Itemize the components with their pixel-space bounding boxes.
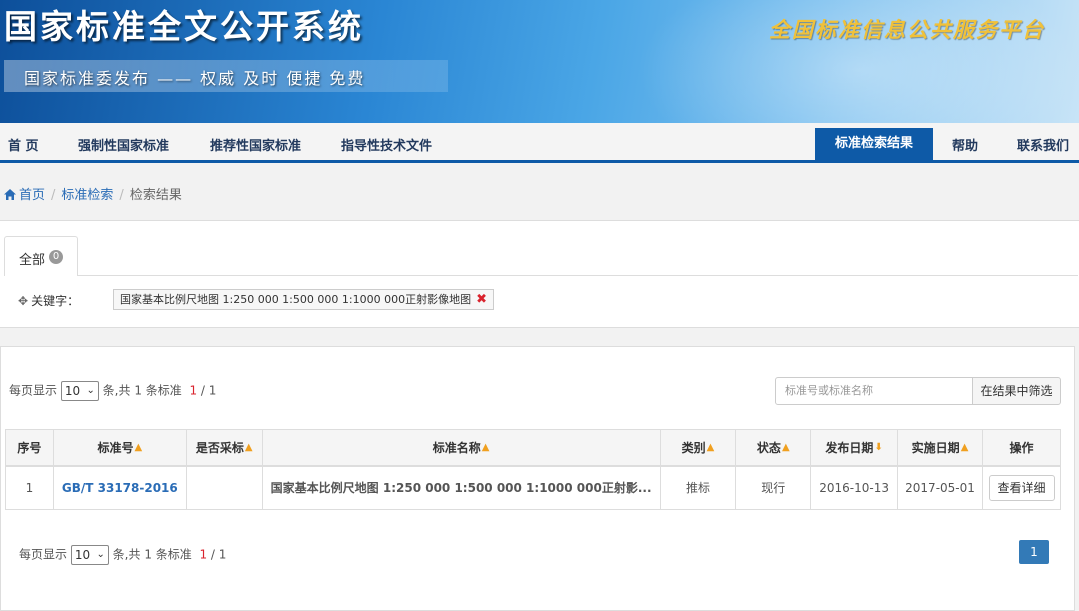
keyword-label-text: 关键字： (31, 294, 80, 308)
summary-prefix: 条,共 (102, 383, 131, 398)
nav-item-home[interactable]: 首 页 (8, 135, 39, 154)
keyword-value: 国家基本比例尺地图 1:250 000 1:500 000 1:1000 000… (120, 293, 472, 306)
per-page-value: 10 (74, 548, 91, 562)
header-status[interactable]: 状态▲ (735, 429, 812, 467)
search-input[interactable]: 标准号或标准名称 (775, 377, 973, 405)
header-effective-date[interactable]: 实施日期▲ (897, 429, 983, 467)
current-page: 1 (189, 383, 198, 398)
sort-arrow-icon[interactable]: ▲ (245, 442, 253, 453)
cell-publish-date: 2016-10-13 (810, 465, 899, 510)
cell-name[interactable]: 国家基本比例尺地图 1:250 000 1:500 000 1:1000 000… (261, 465, 661, 510)
cell-effective-date: 2017-05-01 (897, 465, 983, 510)
chevron-down-icon: ⌄ (86, 385, 95, 396)
per-page-select[interactable]: 10 ⌄ (60, 381, 99, 401)
standard-code-link[interactable]: GB/T 33178-2016 (62, 481, 178, 495)
breadcrumb-separator: / (119, 188, 124, 203)
sort-arrow-icon[interactable]: ▲ (707, 442, 715, 453)
sort-arrow-icon[interactable]: ▲ (134, 442, 142, 453)
table-row: 1 GB/T 33178-2016 国家基本比例尺地图 1:250 000 1:… (5, 465, 1061, 510)
breadcrumb-separator: / (51, 188, 56, 203)
breadcrumb-search[interactable]: 标准检索 (61, 188, 113, 203)
sort-desc-icon[interactable]: ⬇ (874, 442, 882, 453)
home-icon (4, 189, 16, 200)
sort-arrow-icon[interactable]: ▲ (961, 442, 969, 453)
sort-arrow-icon[interactable]: ▲ (782, 442, 790, 453)
cell-action: 查看详细 (982, 465, 1061, 510)
results-panel: 每页显示 10 ⌄ 条,共 1 条标准 1 / 1 标准号或标准名称 在结果中筛选… (0, 346, 1075, 611)
summary-suffix: 条标准 (155, 547, 192, 562)
nav-item-search-results[interactable]: 标准检索结果 (815, 128, 933, 160)
header-code[interactable]: 标准号▲ (52, 429, 187, 467)
keyword-chip: 国家基本比例尺地图 1:250 000 1:500 000 1:1000 000… (113, 289, 494, 310)
cell-adopted (185, 465, 263, 510)
sort-arrow-icon[interactable]: ▲ (482, 442, 490, 453)
move-icon: ✥ (18, 294, 29, 308)
breadcrumb: 首页 / 标准检索 / 检索结果 (4, 184, 182, 203)
remove-keyword-icon[interactable]: ✖ (476, 292, 487, 307)
header-index: 序号 (5, 429, 54, 467)
site-subtitle: 国家标准委发布 —— 权威 及时 便捷 免费 (24, 69, 366, 88)
pagination-page-1[interactable]: 1 (1019, 540, 1049, 564)
results-table: 序号 标准号▲ 是否采标▲ 标准名称▲ 类别▲ 状态▲ 发布日期⬇ 实施日期▲ … (5, 429, 1061, 510)
per-page-label: 每页显示 (9, 383, 58, 398)
per-page-value: 10 (64, 384, 81, 398)
view-detail-button[interactable]: 查看详细 (988, 474, 1055, 501)
nav-item-mandatory[interactable]: 强制性国家标准 (78, 135, 169, 154)
keyword-label: ✥ 关键字： (18, 292, 79, 309)
total-pages: 1 (218, 547, 227, 562)
nav-item-contact[interactable]: 联系我们 (1017, 135, 1069, 154)
header-category[interactable]: 类别▲ (659, 429, 737, 467)
main-nav: 首 页 强制性国家标准 推荐性国家标准 指导性技术文件 标准检索结果 帮助 联系… (0, 123, 1079, 163)
nav-item-help[interactable]: 帮助 (952, 135, 978, 154)
cell-category: 推标 (659, 465, 737, 510)
nav-item-guidance[interactable]: 指导性技术文件 (341, 135, 432, 154)
header-name[interactable]: 标准名称▲ (261, 429, 661, 467)
cell-code: GB/T 33178-2016 (52, 465, 187, 510)
site-title: 国家标准全文公开系统 (4, 7, 364, 46)
summary-suffix: 条标准 (145, 383, 182, 398)
header-adopted[interactable]: 是否采标▲ (185, 429, 263, 467)
per-page-label: 每页显示 (19, 547, 68, 562)
tab-all-label: 全部 (19, 253, 46, 268)
header-action: 操作 (982, 429, 1061, 467)
header-banner: 国家标准全文公开系统 国家标准委发布 —— 权威 及时 便捷 免费 全国标准信息… (0, 0, 1079, 123)
tab-count-badge: 0 (49, 250, 63, 264)
per-page-select[interactable]: 10 ⌄ (70, 545, 109, 565)
page-separator: / (210, 547, 215, 562)
total-pages: 1 (208, 383, 217, 398)
summary-prefix: 条,共 (112, 547, 141, 562)
tab-all[interactable]: 全部 0 (4, 236, 78, 276)
current-page: 1 (199, 547, 208, 562)
filter-panel: 全部 0 ✥ 关键字： 国家基本比例尺地图 1:250 000 1:500 000… (0, 220, 1079, 328)
breadcrumb-home[interactable]: 首页 (19, 188, 45, 203)
cell-status: 现行 (735, 465, 812, 510)
total-count: 1 (134, 383, 142, 398)
pager-summary-top: 每页显示 10 ⌄ 条,共 1 条标准 1 / 1 (9, 381, 216, 401)
total-count: 1 (144, 547, 152, 562)
platform-logo-text: 全国标准信息公共服务平台 (769, 17, 1045, 42)
header-publish-date[interactable]: 发布日期⬇ (810, 429, 899, 467)
table-header-row: 序号 标准号▲ 是否采标▲ 标准名称▲ 类别▲ 状态▲ 发布日期⬇ 实施日期▲ … (5, 429, 1061, 467)
pager-summary-bottom: 每页显示 10 ⌄ 条,共 1 条标准 1 / 1 (19, 545, 226, 565)
nav-item-recommended[interactable]: 推荐性国家标准 (210, 135, 301, 154)
cell-index: 1 (5, 465, 54, 510)
breadcrumb-current: 检索结果 (129, 188, 182, 203)
filter-in-results-button[interactable]: 在结果中筛选 (972, 377, 1061, 405)
chevron-down-icon: ⌄ (96, 549, 105, 560)
page-separator: / (200, 383, 205, 398)
tab-divider (78, 275, 1078, 276)
